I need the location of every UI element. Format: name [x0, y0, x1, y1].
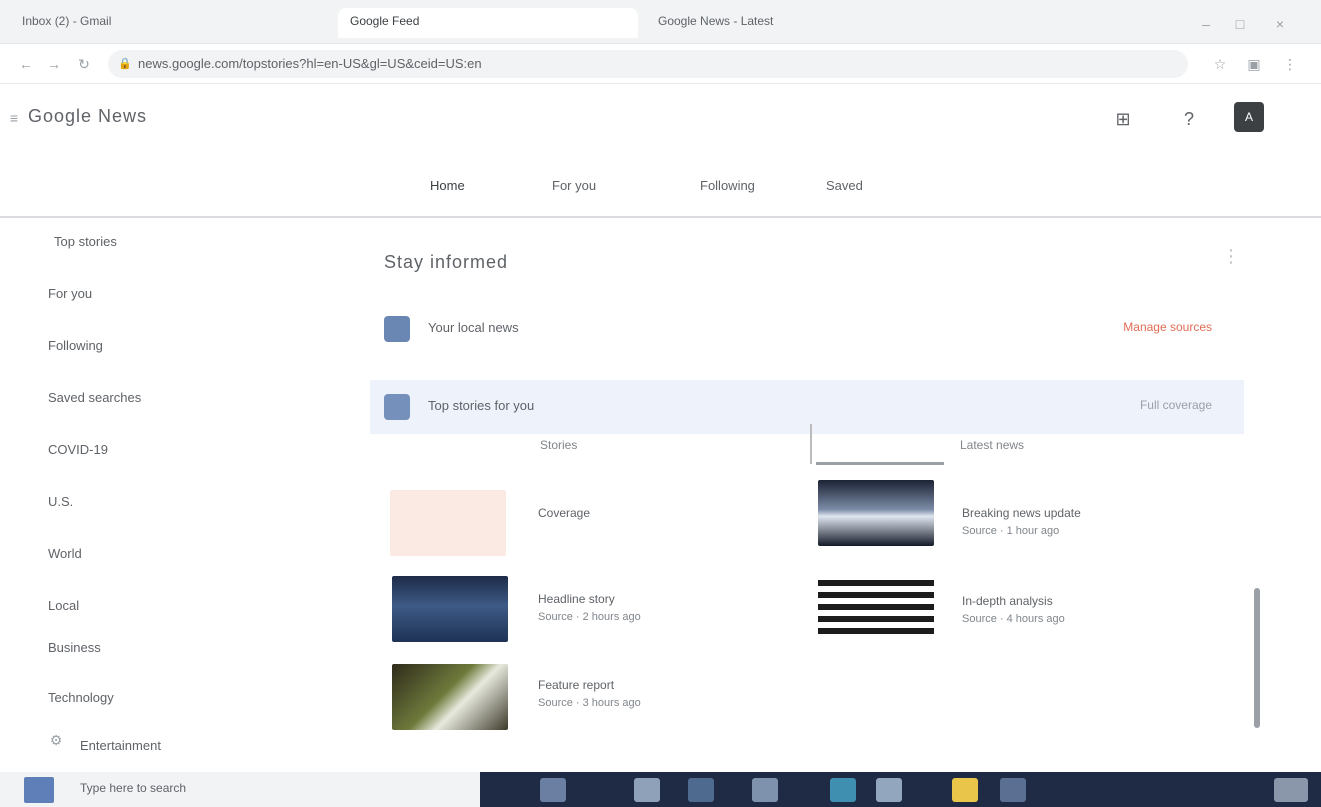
- start-icon[interactable]: [24, 777, 54, 803]
- apps-grid-icon[interactable]: ⊞: [1110, 106, 1136, 132]
- sidebar-item-business[interactable]: Business: [48, 640, 101, 664]
- sidebar-item-saved-searches[interactable]: Saved searches: [48, 390, 141, 414]
- taskbar-app-icon[interactable]: [952, 778, 978, 802]
- lock-icon: 🔒: [118, 58, 132, 70]
- url-input[interactable]: 🔒 news.google.com/topstories?hl=en-US&gl…: [108, 50, 1188, 78]
- list-item[interactable]: Your local news Manage sources: [370, 302, 1244, 356]
- story-thumbnail-placeholder[interactable]: [390, 490, 506, 556]
- forward-icon[interactable]: →: [44, 54, 64, 74]
- sidebar-item-world[interactable]: World: [48, 546, 82, 570]
- story-card[interactable]: Feature report Source · 3 hours ago: [538, 676, 758, 712]
- section-tabs: Home For you Following Saved: [0, 156, 1321, 218]
- page-title: Stay informed: [384, 252, 509, 272]
- row-action-link[interactable]: Manage sources: [1123, 320, 1212, 334]
- sidebar-item-top-stories[interactable]: Top stories: [54, 234, 117, 258]
- taskbar-app-icon[interactable]: [1000, 778, 1026, 802]
- tab-saved[interactable]: Saved: [826, 178, 863, 193]
- taskbar-search-area: Type here to search: [0, 772, 480, 807]
- browser-tab[interactable]: Inbox (2) - Gmail: [10, 8, 330, 38]
- story-title: Headline story: [538, 592, 615, 606]
- tab-for-you[interactable]: For you: [552, 178, 596, 193]
- list-item-selected[interactable]: Top stories for you Full coverage: [370, 380, 1244, 434]
- sidebar-item-technology[interactable]: Technology: [48, 690, 114, 714]
- hamburger-menu-icon[interactable]: ≡: [4, 108, 24, 128]
- close-icon[interactable]: ×: [1270, 14, 1290, 34]
- tab-following[interactable]: Following: [700, 178, 755, 193]
- more-options-icon[interactable]: ⋮: [1222, 246, 1240, 267]
- sidebar-item-for-you[interactable]: For you: [48, 286, 92, 310]
- story-thumbnail[interactable]: [818, 480, 934, 546]
- extensions-icon[interactable]: ▣: [1244, 54, 1264, 74]
- text-cursor: [810, 424, 812, 464]
- taskbar-app-icon[interactable]: [876, 778, 902, 802]
- sidebar-item-entertainment[interactable]: Entertainment: [80, 738, 161, 762]
- story-title: Feature report: [538, 678, 615, 692]
- taskbar-app-icon[interactable]: [830, 778, 856, 802]
- taskbar-app-icon[interactable]: [688, 778, 714, 802]
- tab-label: Google Feed: [350, 14, 420, 28]
- row-action-link[interactable]: Full coverage: [1140, 398, 1212, 412]
- story-card[interactable]: Headline story Source · 2 hours ago: [538, 590, 758, 626]
- scrollbar[interactable]: [1250, 560, 1266, 760]
- notification-icon[interactable]: [1274, 778, 1308, 802]
- back-icon[interactable]: ←: [16, 54, 36, 74]
- settings-gear-icon[interactable]: ⚙: [46, 730, 66, 750]
- scrollbar-thumb[interactable]: [1254, 588, 1260, 728]
- star-icon[interactable]: ☆: [1210, 54, 1230, 74]
- taskbar-app-icon[interactable]: [752, 778, 778, 802]
- row-title: Your local news: [428, 320, 519, 335]
- story-card[interactable]: Coverage: [538, 504, 758, 522]
- taskbar-app-icon[interactable]: [634, 778, 660, 802]
- reload-icon[interactable]: ↻: [74, 54, 94, 74]
- story-thumbnail[interactable]: [392, 576, 508, 642]
- row-title: Top stories for you: [428, 398, 535, 413]
- tab-label: Inbox (2) - Gmail: [22, 14, 112, 28]
- column-header-latest: Latest news: [960, 438, 1025, 452]
- maximize-icon[interactable]: □: [1230, 14, 1250, 34]
- news-source-icon: [384, 394, 410, 420]
- story-thumbnail[interactable]: [818, 574, 934, 640]
- sidebar-item-local[interactable]: Local: [48, 598, 79, 622]
- taskbar-app-icon[interactable]: [540, 778, 566, 802]
- story-meta: Source · 1 hour ago: [962, 525, 1060, 537]
- taskbar-search-input[interactable]: Type here to search: [80, 781, 186, 795]
- sidebar-item-us[interactable]: U.S.: [48, 494, 73, 518]
- tab-label: Google News - Latest: [658, 14, 774, 28]
- story-card[interactable]: In-depth analysis Source · 4 hours ago: [962, 592, 1182, 628]
- story-title: Breaking news update: [962, 506, 1081, 520]
- story-title: In-depth analysis: [962, 594, 1053, 608]
- story-title: Coverage: [538, 506, 591, 520]
- story-meta: Source · 4 hours ago: [962, 613, 1065, 625]
- taskbar: Type here to search: [0, 772, 1321, 807]
- browser-tab[interactable]: Google News - Latest: [646, 8, 1006, 38]
- app-header: ≡ Google News ⊞ ? A: [0, 84, 1321, 156]
- help-icon[interactable]: ?: [1176, 106, 1202, 132]
- news-source-icon: [384, 316, 410, 342]
- minimize-icon[interactable]: –: [1196, 14, 1216, 34]
- story-meta: Source · 2 hours ago: [538, 611, 641, 623]
- main-feed: Stay informed ⋮ Your local news Manage s…: [340, 224, 1260, 772]
- story-thumbnail[interactable]: [392, 664, 508, 730]
- browser-tab-active[interactable]: Google Feed: [338, 8, 638, 38]
- tab-home[interactable]: Home: [430, 178, 465, 193]
- url-text: news.google.com/topstories?hl=en-US&gl=U…: [138, 56, 482, 71]
- address-bar-row: ← → ↻ 🔒 news.google.com/topstories?hl=en…: [0, 44, 1321, 84]
- column-header-stories: Stories: [540, 438, 578, 452]
- browser-tab-strip: Inbox (2) - Gmail Google Feed Google New…: [0, 0, 1321, 44]
- story-meta: Source · 3 hours ago: [538, 697, 641, 709]
- app-brand[interactable]: Google News: [28, 106, 147, 127]
- sidebar-item-following[interactable]: Following: [48, 338, 103, 362]
- active-tab-indicator: [816, 462, 944, 465]
- sidebar: Top stories For you Following Saved sear…: [0, 220, 300, 772]
- avatar[interactable]: A: [1234, 102, 1264, 132]
- sidebar-item-covid[interactable]: COVID-19: [48, 442, 108, 466]
- kebab-menu-icon[interactable]: ⋮: [1280, 54, 1300, 74]
- story-card[interactable]: Breaking news update Source · 1 hour ago: [962, 504, 1182, 540]
